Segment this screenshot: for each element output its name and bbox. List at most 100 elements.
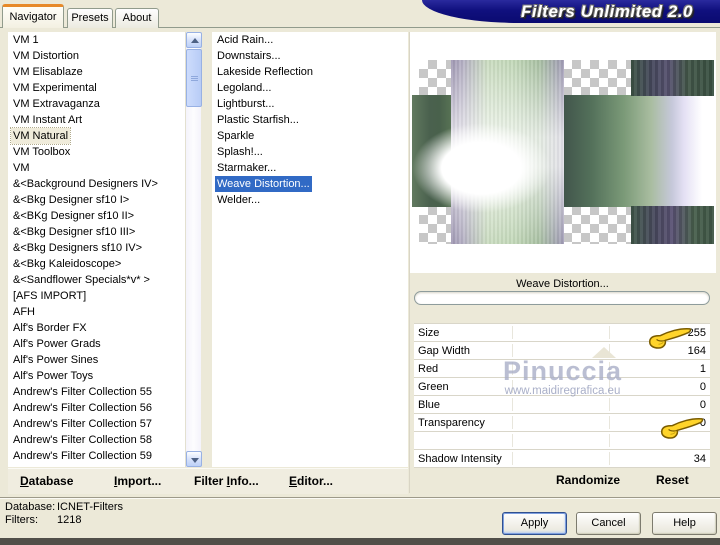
filter-item[interactable]: Sparkle <box>212 128 408 144</box>
status-bar: Database: ICNET-Filters Filters: 1218 Ap… <box>0 497 720 538</box>
category-item-label: Andrew's Filter Collection 57 <box>13 418 153 430</box>
category-item[interactable]: VM Extravaganza <box>8 96 185 112</box>
category-item-label: &<Sandflower Specials*v* > <box>13 274 150 286</box>
filter-item[interactable]: Acid Rain... <box>212 32 408 48</box>
filter-item-label: Lakeside Reflection <box>217 66 314 78</box>
parameter-slider-row[interactable]: Blue 0 <box>414 396 710 414</box>
reset-button[interactable]: Reset <box>656 473 689 487</box>
preview-weave-band <box>564 95 714 207</box>
filter-item[interactable]: Splash!... <box>212 144 408 160</box>
category-item[interactable]: Alf's Power Toys <box>8 368 185 384</box>
filter-item[interactable]: Starmaker... <box>212 160 408 176</box>
parameter-label: Blue <box>418 398 441 411</box>
filter-list[interactable]: Acid Rain... Downstairs... Lakeside Reflec… <box>212 32 408 467</box>
tab-about[interactable]: About <box>115 8 159 28</box>
filter-item[interactable]: Legoland... <box>212 80 408 96</box>
parameter-label: Size <box>418 326 440 339</box>
category-item[interactable]: Andrew's Filter Collection 57 <box>8 416 185 432</box>
app-title: Filters Unlimited 2.0 <box>520 2 694 21</box>
filter-item[interactable]: Plastic Starfish... <box>212 112 408 128</box>
category-item[interactable]: &<Bkg Designer sf10 I> <box>8 192 185 208</box>
category-item[interactable]: VM Toolbox <box>8 144 185 160</box>
tab-presets-label: Presets <box>71 12 109 24</box>
category-item-label: VM Natural <box>9 127 72 145</box>
parameter-label: Gap Width <box>418 344 470 357</box>
filters-count-label: Filters: <box>5 514 38 526</box>
slider-tick <box>511 326 513 339</box>
category-item[interactable]: VM Distortion <box>8 48 185 64</box>
randomize-button[interactable]: Randomize <box>556 473 620 487</box>
filter-item[interactable]: Lakeside Reflection <box>212 64 408 80</box>
filter-item-label: Downstairs... <box>217 50 281 62</box>
filter-item[interactable]: Weave Distortion... <box>212 176 408 192</box>
apply-button[interactable]: Apply <box>502 512 567 535</box>
slider-tick <box>609 452 611 465</box>
parameter-slider-row[interactable]: Shadow Intensity 34 <box>414 450 710 468</box>
category-item-label: VM Distortion <box>13 50 80 62</box>
category-item[interactable]: Alf's Border FX <box>8 320 185 336</box>
category-item[interactable]: VM 1 <box>8 32 185 48</box>
category-item[interactable]: [AFS IMPORT] <box>8 288 185 304</box>
database-button[interactable]: Database <box>20 474 73 488</box>
window-bottom-edge <box>0 538 720 545</box>
tab-presets[interactable]: Presets <box>67 8 113 28</box>
category-item[interactable]: AFH <box>8 304 185 320</box>
tab-navigator-label: Navigator <box>9 11 57 23</box>
scroll-down-icon[interactable] <box>186 451 202 467</box>
title-banner: Filters Unlimited 2.0 <box>422 0 720 23</box>
tab-navigator[interactable]: Navigator <box>2 4 64 28</box>
category-item[interactable]: VM Instant Art <box>8 112 185 128</box>
filter-item-label: Acid Rain... <box>217 34 274 46</box>
triangle-up-icon <box>191 38 199 43</box>
filter-item[interactable]: Downstairs... <box>212 48 408 64</box>
editor-button[interactable]: Editor... <box>289 474 333 488</box>
filter-info-button[interactable]: Filter Info... <box>194 474 259 488</box>
category-item[interactable]: VM Elisablaze <box>8 64 185 80</box>
help-button[interactable]: Help <box>652 512 717 535</box>
category-item-label: Andrew's Filter Collection 55 <box>13 386 153 398</box>
slider-tick <box>609 398 611 411</box>
category-item[interactable]: Andrew's Filter Collection 59 <box>8 448 185 464</box>
pointing-hand-icon <box>648 327 692 349</box>
category-item-label: &<BKg Designer sf10 II> <box>13 210 135 222</box>
category-item-label: &<Bkg Kaleidoscope> <box>13 258 122 270</box>
category-item[interactable]: Alf's Power Sines <box>8 352 185 368</box>
category-item[interactable]: Andrew's Filter Collection 56 <box>8 400 185 416</box>
category-item-label: Andrew's Filter Collection 56 <box>13 402 153 414</box>
category-item-label: &<Bkg Designer sf10 III> <box>13 226 136 238</box>
category-item-label: &<Background Designers IV> <box>13 178 158 190</box>
category-item[interactable]: VM <box>8 160 185 176</box>
category-item[interactable]: &<Background Designers IV> <box>8 176 185 192</box>
import-button[interactable]: Import... <box>114 474 161 488</box>
category-item[interactable]: Andrew's Filter Collection 55 <box>8 384 185 400</box>
category-item-label: [AFS IMPORT] <box>13 290 87 302</box>
cancel-button[interactable]: Cancel <box>576 512 641 535</box>
parameter-value: 34 <box>693 452 706 465</box>
category-item[interactable]: Alf's Power Grads <box>8 336 185 352</box>
category-item-label: VM 1 <box>13 34 39 46</box>
category-item[interactable]: &<Bkg Kaleidoscope> <box>8 256 185 272</box>
category-item[interactable]: &<Bkg Designer sf10 III> <box>8 224 185 240</box>
category-item[interactable]: &<Sandflower Specials*v* > <box>8 272 185 288</box>
category-item[interactable]: &<Bkg Designers sf10 IV> <box>8 240 185 256</box>
database-value: ICNET-Filters <box>57 501 123 513</box>
filter-item[interactable]: Welder... <box>212 192 408 208</box>
slider-tick <box>511 416 513 429</box>
category-list[interactable]: VM 1 VM Distortion VM Elisablaze VM Experim… <box>8 32 185 467</box>
slider-tick <box>511 398 513 411</box>
preview-weave-band <box>631 60 714 96</box>
preview-weave-band <box>631 206 714 244</box>
category-item-label: VM <box>13 162 30 174</box>
navigator-page: VM 1 VM Distortion VM Elisablaze VM Experim… <box>0 27 720 497</box>
category-item[interactable]: &<BKg Designer sf10 II> <box>8 208 185 224</box>
category-item[interactable]: Andrew's Filter Collection 58 <box>8 432 185 448</box>
scrollbar-thumb[interactable] <box>186 49 202 107</box>
category-item[interactable]: VM Natural <box>8 127 185 145</box>
database-label: Database: <box>5 501 56 513</box>
category-item-label: &<Bkg Designer sf10 I> <box>13 194 130 206</box>
filter-item-label: Splash!... <box>217 146 263 158</box>
filter-item[interactable]: Lightburst... <box>212 96 408 112</box>
scroll-up-icon[interactable] <box>186 32 202 48</box>
category-item[interactable]: VM Experimental <box>8 80 185 96</box>
category-scrollbar[interactable] <box>185 32 202 467</box>
